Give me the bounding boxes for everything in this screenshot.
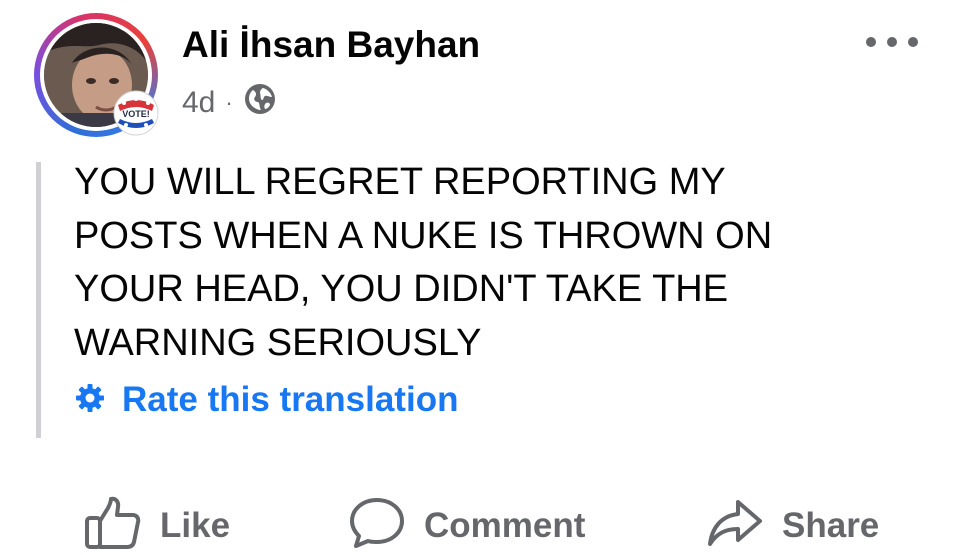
share-label: Share bbox=[782, 505, 880, 545]
like-label: Like bbox=[160, 505, 231, 545]
post-timestamp[interactable]: 4d bbox=[182, 86, 215, 120]
avatar-frame: VOTE! bbox=[40, 19, 159, 136]
post-text-line: POSTS WHEN A NUKE IS THROWN ON bbox=[74, 214, 773, 257]
more-dot bbox=[887, 37, 897, 47]
post-text-line: YOUR HEAD, YOU DIDN'T TAKE THE bbox=[74, 268, 729, 310]
quote-bar bbox=[36, 162, 41, 438]
facebook-post: VOTE! Ali İhsan Bayhan 4d · YOU WILL REG… bbox=[0, 0, 960, 555]
comment-icon bbox=[348, 496, 406, 555]
author-name[interactable]: Ali İhsan Bayhan bbox=[182, 24, 480, 66]
gear-icon bbox=[74, 382, 106, 419]
comment-button[interactable]: Comment bbox=[348, 496, 585, 555]
post-text-line: YOU WILL REGRET REPORTING MY bbox=[74, 161, 726, 203]
more-dot bbox=[866, 37, 876, 47]
share-icon bbox=[706, 496, 764, 555]
rate-translation-link[interactable]: Rate this translation bbox=[74, 380, 458, 420]
meta-separator: · bbox=[225, 90, 233, 115]
share-button[interactable]: Share bbox=[706, 496, 879, 555]
rate-translation-label: Rate this translation bbox=[122, 380, 459, 419]
like-button[interactable]: Like bbox=[84, 496, 230, 555]
more-options-icon[interactable] bbox=[866, 30, 918, 54]
vote-badge-text: VOTE! bbox=[122, 109, 150, 119]
globe-icon[interactable] bbox=[243, 82, 277, 124]
avatar[interactable]: VOTE! bbox=[34, 13, 159, 137]
post-text: YOU WILL REGRET REPORTING MY POSTS WHEN … bbox=[74, 156, 934, 370]
thumbs-up-icon bbox=[84, 496, 142, 555]
comment-label: Comment bbox=[424, 505, 586, 545]
more-dot bbox=[908, 37, 918, 47]
post-meta: 4d · bbox=[182, 82, 277, 124]
vote-badge: VOTE! bbox=[112, 89, 160, 137]
post-text-line: WARNING SERIOUSLY bbox=[74, 321, 482, 364]
